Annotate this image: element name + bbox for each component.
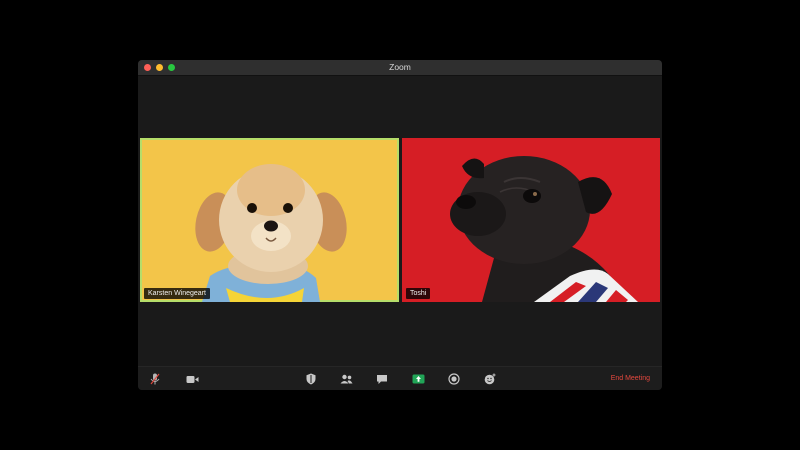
reactions-icon <box>484 373 496 385</box>
participant-name-tag: Toshi <box>406 288 431 299</box>
participant-name-tag: Karsten Winegeart <box>144 288 210 299</box>
stop-video-button[interactable] <box>185 372 199 386</box>
record-icon <box>448 373 460 385</box>
microphone-icon <box>150 373 160 385</box>
video-tile-toshi[interactable]: Toshi <box>402 138 660 302</box>
chat-button[interactable] <box>375 372 389 386</box>
title-bar: Zoom <box>138 60 662 76</box>
video-gallery: Karsten Winegeart Toshi <box>138 76 662 366</box>
meeting-controls-toolbar: End Meeting <box>138 366 662 390</box>
window-title: Zoom <box>389 62 411 72</box>
share-screen-icon <box>412 374 424 384</box>
mute-button[interactable] <box>148 372 162 386</box>
participants-button[interactable] <box>339 372 353 386</box>
end-meeting-button[interactable]: End Meeting <box>611 373 650 385</box>
record-button[interactable] <box>447 372 461 386</box>
chat-icon <box>377 374 387 384</box>
participant-video-dog-shih-tzu <box>195 164 347 302</box>
security-shield-icon <box>306 373 316 385</box>
zoom-window: Zoom Karsten Winegeart Toshi End Meeting <box>138 60 662 390</box>
reactions-button[interactable] <box>483 372 497 386</box>
share-screen-button[interactable] <box>411 372 425 386</box>
security-button[interactable] <box>304 372 318 386</box>
video-tile-karsten[interactable]: Karsten Winegeart <box>140 138 399 302</box>
participant-video-dog-pug <box>450 156 638 302</box>
participants-icon <box>340 374 352 384</box>
video-camera-icon <box>186 375 198 383</box>
